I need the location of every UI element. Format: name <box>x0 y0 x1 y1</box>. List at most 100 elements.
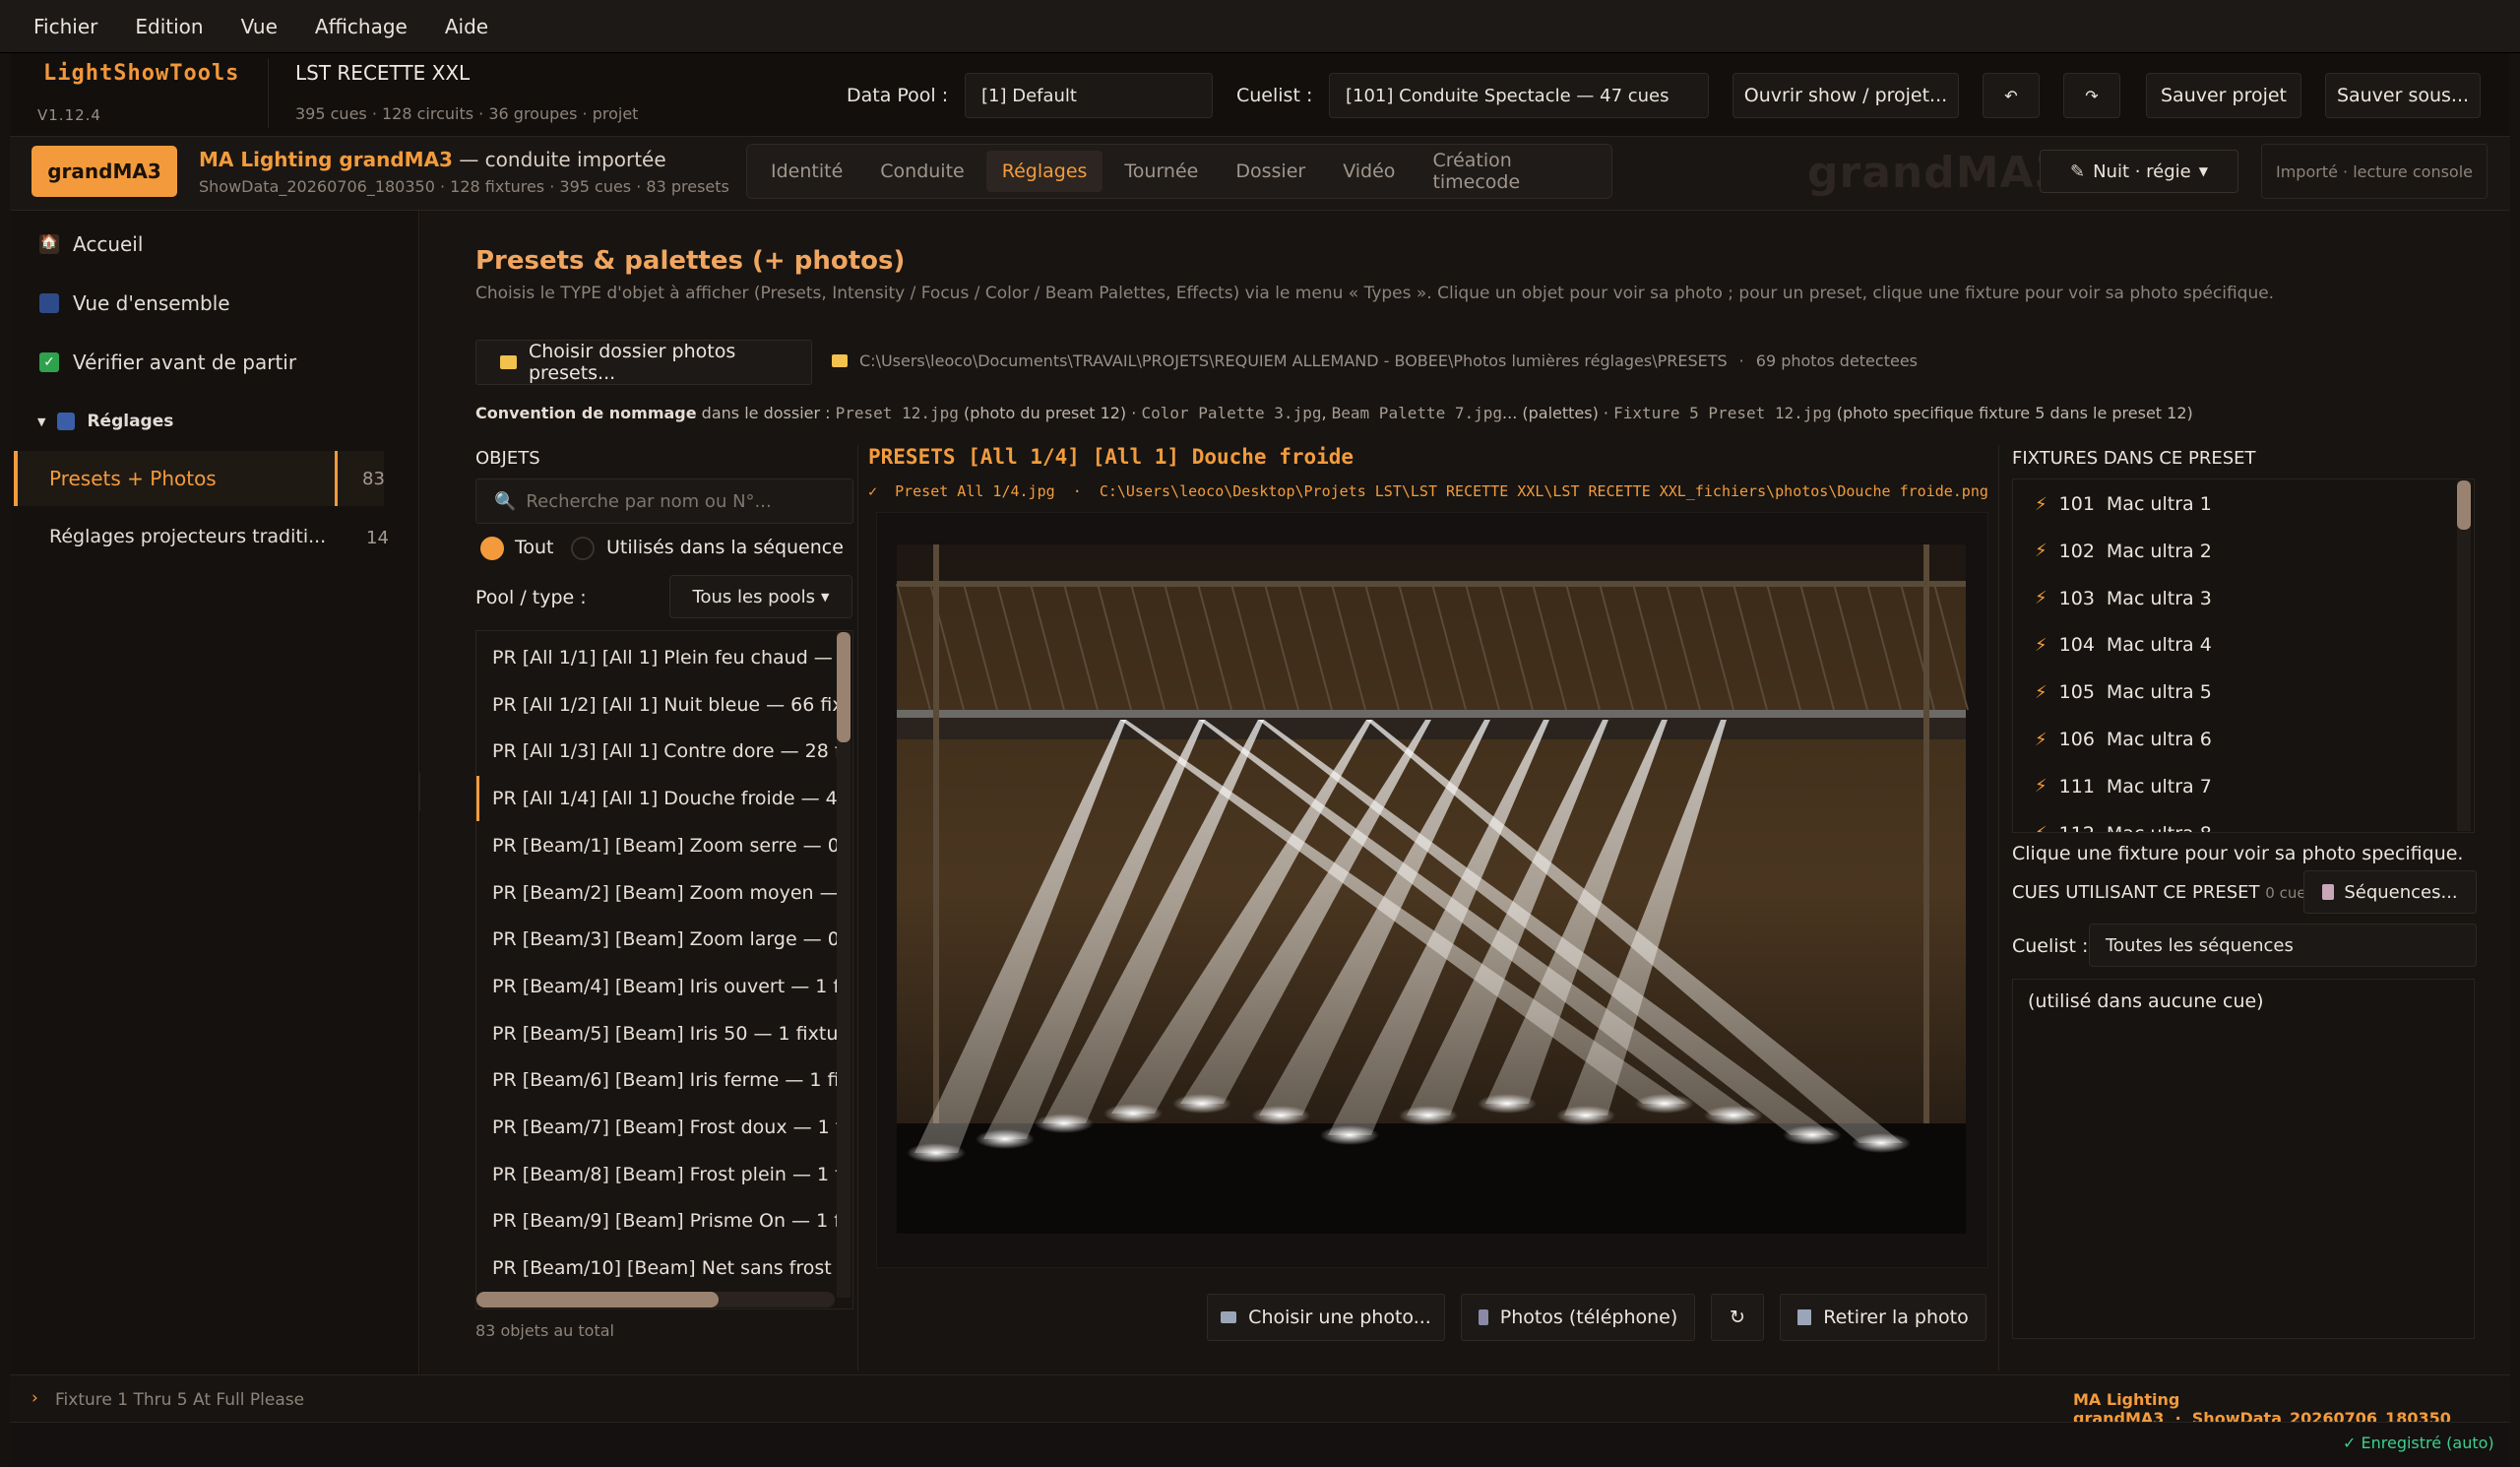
fixture-item[interactable]: ⚡ 111 Mac ultra 7 <box>2035 776 2212 797</box>
sidebar-item-label: Vérifier avant de partir <box>73 351 297 374</box>
fixture-item[interactable]: ⚡ 104 Mac ultra 4 <box>2035 634 2212 656</box>
radio-all[interactable] <box>480 537 504 560</box>
tab-conduite[interactable]: Conduite <box>864 151 979 192</box>
tab-cr-ation-timecode[interactable]: Création timecode <box>1417 150 1611 193</box>
radio-used-label: Utilisés dans la séquence <box>606 537 844 558</box>
floor-spot <box>1103 1104 1163 1123</box>
radio-all-label: Tout <box>515 537 554 558</box>
list-item[interactable]: PR [Beam/3] [Beam] Zoom large — 0 fixtur… <box>476 917 837 962</box>
cuelist-select[interactable]: [101] Conduite Spectacle — 47 cues <box>1329 73 1709 118</box>
console-brand: MA Lighting grandMA3 <box>199 148 453 171</box>
choose-folder-label: Choisir dossier photos presets... <box>528 341 736 384</box>
pool-label: Pool / type : <box>475 587 587 608</box>
objects-scroll-thumb[interactable] <box>837 632 850 742</box>
undo-icon[interactable]: ↶ <box>1983 73 2040 118</box>
fixture-item[interactable]: ⚡ 102 Mac ultra 2 <box>2035 541 2212 562</box>
sidebar-item-accueil[interactable]: 🏠 Accueil <box>39 232 143 256</box>
list-item[interactable]: PR [Beam/4] [Beam] Iris ouvert — 1 fixtu… <box>476 964 837 1009</box>
tab-tourn-e[interactable]: Tournée <box>1108 151 1214 192</box>
chart-icon <box>39 293 59 313</box>
folder-path-text: C:\Users\leoco\Documents\TRAVAIL\PROJETS… <box>859 351 1728 370</box>
floor-spot <box>1035 1114 1094 1133</box>
folder-icon <box>832 354 848 367</box>
tab-vid-o[interactable]: Vidéo <box>1327 151 1411 192</box>
menu-vue[interactable]: Vue <box>241 15 278 38</box>
wand-icon: ✎ <box>2069 160 2086 182</box>
redo-icon[interactable]: ↷ <box>2063 73 2120 118</box>
sidebar-item-label: Vue d'ensemble <box>73 291 230 315</box>
list-item[interactable]: PR [Beam/5] [Beam] Iris 50 — 1 fixture(s… <box>476 1011 837 1056</box>
list-item[interactable]: PR [Beam/2] [Beam] Zoom moyen — 0 fixtur… <box>476 870 837 916</box>
list-item[interactable]: PR [Beam/10] [Beam] Net sans frost — 1 f… <box>476 1245 837 1291</box>
fixtures-scrollbar[interactable] <box>2457 480 2471 831</box>
list-item[interactable]: PR [All 1/4] [All 1] Douche froide — 48 … <box>476 776 837 822</box>
sidebar-item-overview[interactable]: Vue d'ensemble <box>39 291 230 315</box>
fixtures-scroll-thumb[interactable] <box>2457 480 2471 530</box>
bolt-icon: ⚡ <box>2035 541 2048 562</box>
choose-photo-label: Choisir une photo... <box>1248 1307 1431 1328</box>
theme-mode-dropdown[interactable]: ✎ Nuit · régie ▼ <box>2040 150 2238 193</box>
convention-example: Beam Palette 7.jpg <box>1331 404 1503 422</box>
fixture-item[interactable]: ⚡ 106 Mac ultra 6 <box>2035 729 2212 750</box>
save-project-button[interactable]: Sauver projet <box>2146 73 2301 118</box>
preset-path: C:\Users\leoco\Desktop\Projets LST\LST R… <box>1099 482 1988 500</box>
folder-icon <box>500 355 517 369</box>
list-item[interactable]: PR [Beam/6] [Beam] Iris ferme — 1 fixtur… <box>476 1057 837 1103</box>
list-item[interactable]: PR [All 1/1] [All 1] Plein feu chaud — 1… <box>476 635 837 680</box>
refresh-icon[interactable]: ↻ <box>1711 1294 1764 1341</box>
tab-r-glages[interactable]: Réglages <box>985 151 1103 192</box>
menu-aide[interactable]: Aide <box>445 15 488 38</box>
fixture-id: 104 <box>2058 634 2095 657</box>
fixture-id: 112 <box>2059 823 2095 832</box>
main-tabs: Identité Conduite Réglages Tournée Dossier Vi… <box>746 144 1612 199</box>
sequences-button[interactable]: Séquences... <box>2303 870 2477 914</box>
list-item[interactable]: PR [Beam/7] [Beam] Frost doux — 1 fixtur… <box>476 1105 837 1150</box>
convention-text: , <box>1321 404 1332 422</box>
bolt-icon: ⚡ <box>2035 681 2048 703</box>
list-item[interactable]: PR [Beam/9] [Beam] Prisme On — 1 fixture… <box>476 1198 837 1244</box>
list-item[interactable]: PR [All 1/2] [All 1] Nuit bleue — 66 fix… <box>476 682 837 728</box>
sidebar-item-check[interactable]: ✓ Vérifier avant de partir <box>39 351 296 374</box>
open-show-button[interactable]: Ouvrir show / projet... <box>1732 73 1959 118</box>
fixture-item[interactable]: ⚡ 105 Mac ultra 5 <box>2035 681 2212 703</box>
list-item[interactable]: PR [Beam/8] [Beam] Frost plein — 1 fixtu… <box>476 1152 837 1197</box>
sidebar-section-reglages[interactable]: ▼ Réglages <box>37 412 173 431</box>
page-title: Presets & palettes (+ photos) <box>475 246 906 276</box>
sidebar-item-reglages-projecteurs[interactable]: Réglages projecteurs traditi... <box>49 526 326 547</box>
clipboard-icon <box>2322 884 2335 900</box>
fixture-item[interactable]: ⚡ 112 Mac ultra 8 <box>2035 823 2212 832</box>
list-item[interactable]: PR [Beam/1] [Beam] Zoom serre — 0 fixtur… <box>476 823 837 868</box>
cues-cuelist-select[interactable]: Toutes les séquences <box>2089 924 2477 967</box>
preset-photo[interactable] <box>876 512 1988 1268</box>
list-item[interactable]: PR [All 1/3] [All 1] Contre dore — 28 fi… <box>476 729 837 774</box>
bolt-icon: ⚡ <box>2035 729 2048 750</box>
choose-folder-button[interactable]: Choisir dossier photos presets... <box>475 340 812 385</box>
search-input[interactable]: 🔍 Recherche par nom ou N°... <box>475 478 853 524</box>
menu-edition[interactable]: Edition <box>135 15 203 38</box>
console-button[interactable]: grandMA3 <box>32 146 177 197</box>
datapool-select[interactable]: [1] Default <box>965 73 1213 118</box>
phone-photos-button[interactable]: Photos (téléphone) <box>1461 1294 1695 1341</box>
tab-identit-[interactable]: Identité <box>755 151 858 192</box>
menu-fichier[interactable]: Fichier <box>33 15 97 38</box>
pool-select[interactable]: Tous les pools ▼ <box>669 575 852 618</box>
objects-hscroll-thumb[interactable] <box>476 1292 719 1308</box>
tab-dossier[interactable]: Dossier <box>1220 151 1321 192</box>
convention-example: Color Palette 3.jpg <box>1141 404 1322 422</box>
app-version: V1.12.4 <box>37 106 101 124</box>
command-line[interactable]: Fixture 1 Thru 5 At Full Please <box>55 1390 304 1410</box>
save-as-button[interactable]: Sauver sous... <box>2325 73 2481 118</box>
choose-photo-button[interactable]: Choisir une photo... <box>1207 1294 1445 1341</box>
convention-text: ... (palettes) · <box>1502 404 1614 422</box>
fixture-item[interactable]: ⚡ 101 Mac ultra 1 <box>2035 493 2212 515</box>
sidebar <box>10 211 419 1374</box>
app-name: LightShowTools <box>43 61 240 86</box>
fixture-id: 106 <box>2058 729 2095 750</box>
import-status: Importé · lecture console <box>2261 144 2488 199</box>
fixture-item[interactable]: ⚡ 103 Mac ultra 3 <box>2035 588 2212 609</box>
remove-photo-button[interactable]: Retirer la photo <box>1780 1294 1986 1341</box>
bolt-icon: ⚡ <box>2035 588 2048 609</box>
objects-title: OBJETS <box>475 448 540 469</box>
menu-affichage[interactable]: Affichage <box>315 15 408 38</box>
radio-used[interactable] <box>571 537 595 560</box>
